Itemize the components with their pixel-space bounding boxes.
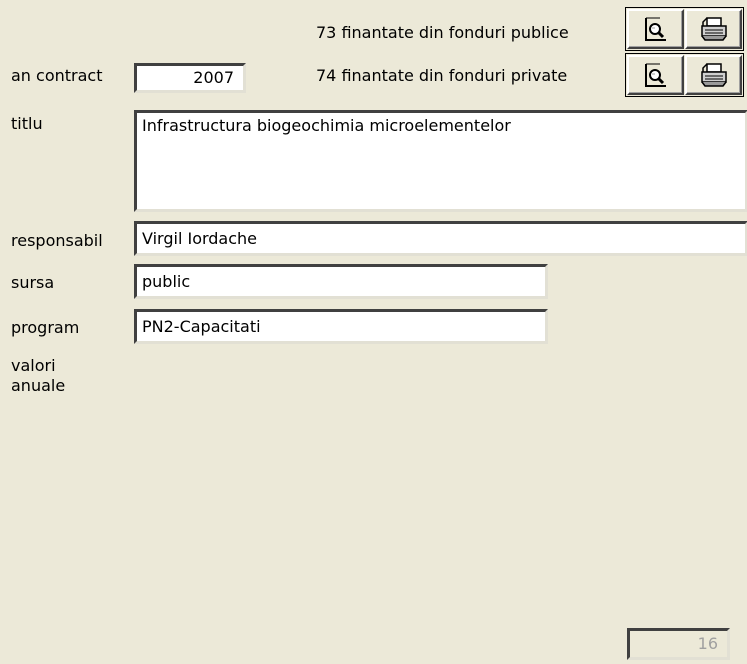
report-private-label: 74 finantate din fonduri private xyxy=(316,66,568,85)
an-contract-label: an contract xyxy=(11,66,103,85)
responsabil-label: responsabil xyxy=(11,231,103,250)
preview-private-button[interactable] xyxy=(627,55,684,95)
print-private-button[interactable] xyxy=(685,55,742,95)
an-contract-field[interactable]: 2007 xyxy=(134,63,246,93)
sursa-label: sursa xyxy=(11,273,55,292)
printer-icon xyxy=(700,17,727,41)
print-public-button[interactable] xyxy=(685,9,742,49)
valori-anuale-line2: anuale xyxy=(11,376,66,395)
sursa-field[interactable]: public xyxy=(134,264,548,299)
valori-anuale-line1: valori xyxy=(11,356,56,375)
report-public-label: 73 finantate din fonduri publice xyxy=(316,23,569,42)
program-field[interactable]: PN2-Capacitati xyxy=(134,309,548,344)
preview-public-button[interactable] xyxy=(627,9,684,49)
responsabil-field[interactable]: Virgil Iordache xyxy=(134,221,747,256)
print-preview-icon xyxy=(644,63,666,87)
program-label: program xyxy=(11,318,80,337)
print-preview-icon xyxy=(644,17,666,41)
record-counter: 16 xyxy=(627,628,730,660)
titlu-field[interactable]: Infrastructura biogeochimia microelement… xyxy=(134,110,747,212)
valori-anuale-label: valori anuale xyxy=(11,356,65,396)
titlu-label: titlu xyxy=(11,114,43,133)
printer-icon xyxy=(700,63,727,87)
